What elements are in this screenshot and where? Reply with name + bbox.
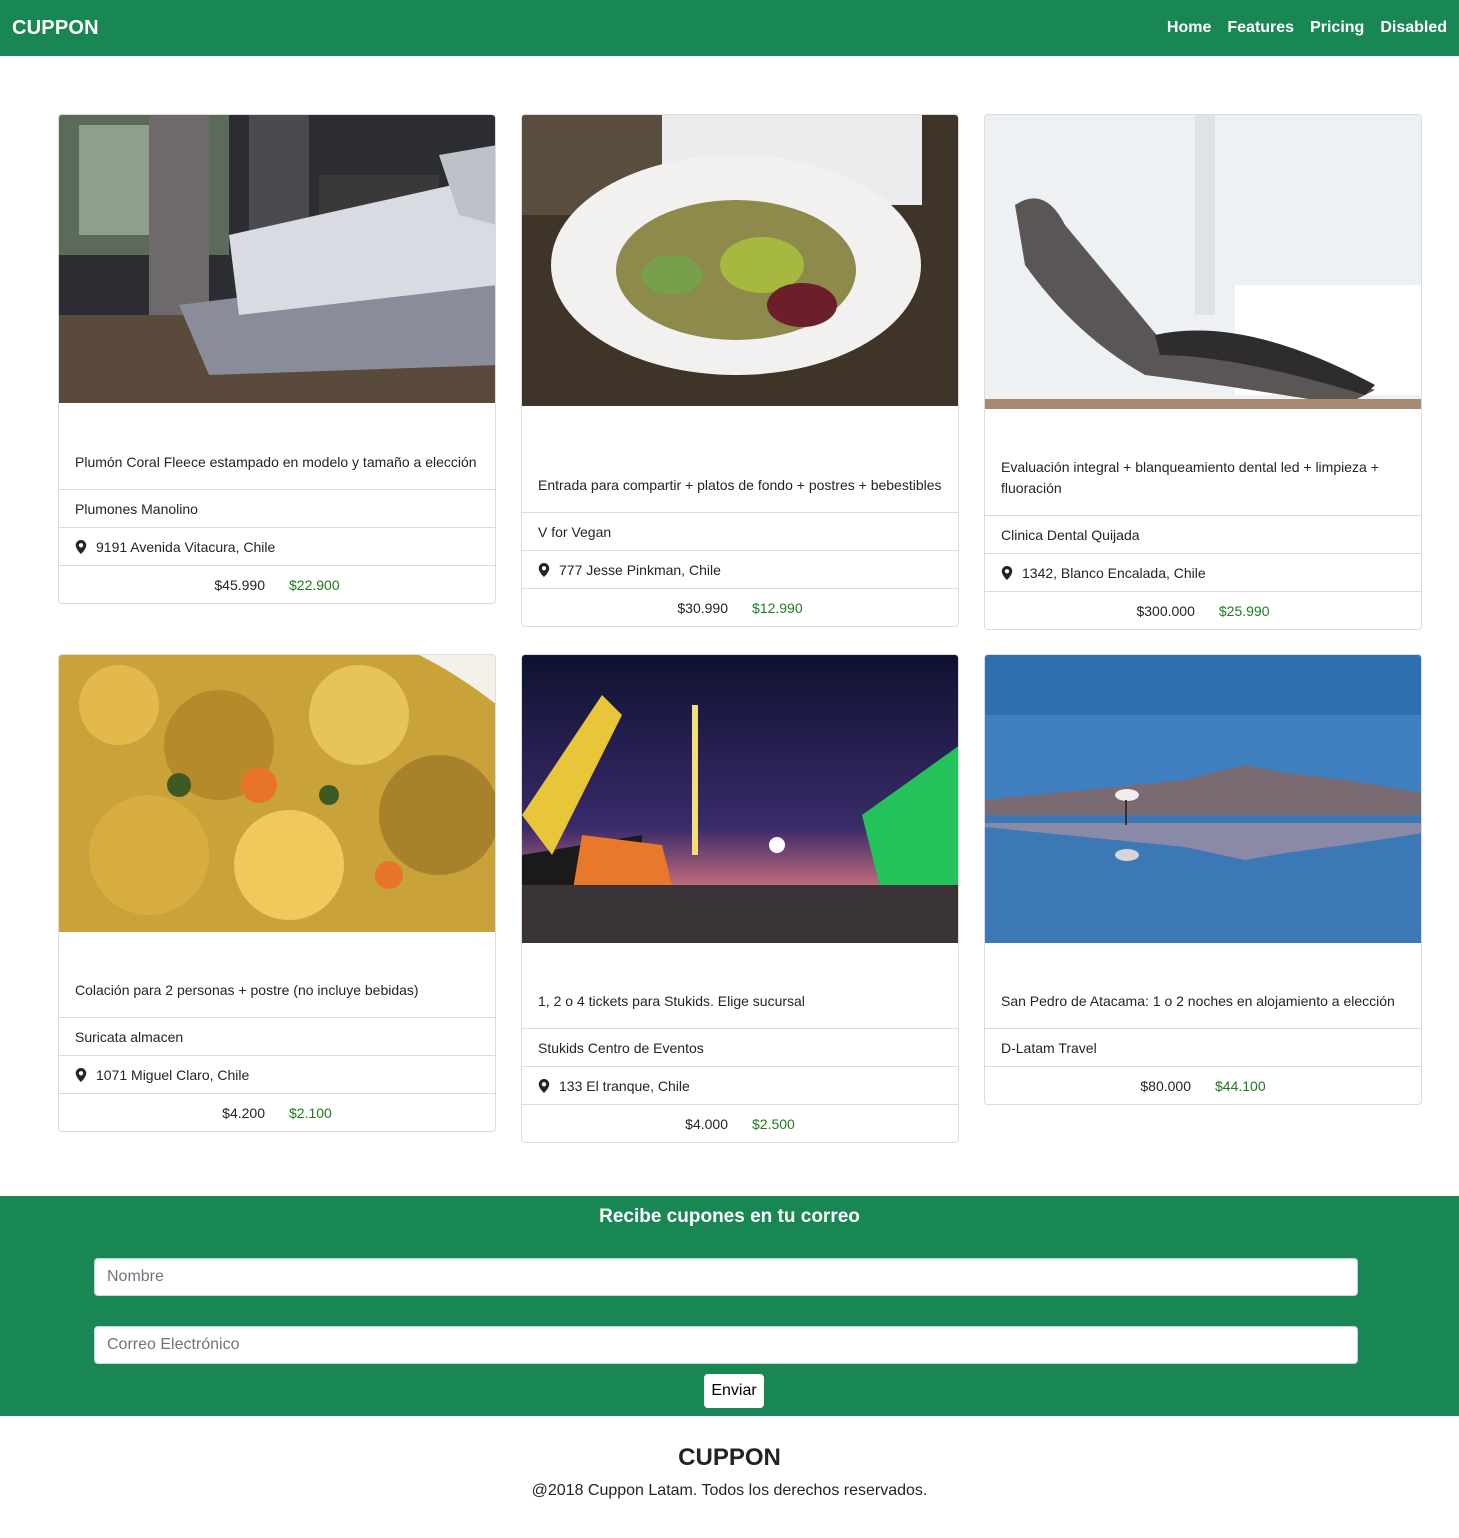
merchant-name: Stukids Centro de Eventos bbox=[538, 1039, 704, 1056]
merchant-row: Stukids Centro de Eventos bbox=[522, 1028, 958, 1066]
merchant-name: Plumones Manolino bbox=[75, 500, 198, 517]
nav-links: Home Features Pricing Disabled bbox=[1151, 19, 1447, 37]
merchant-row: D-Latam Travel bbox=[985, 1028, 1421, 1066]
merchant-row: V for Vegan bbox=[522, 512, 958, 550]
name-input[interactable] bbox=[94, 1258, 1358, 1296]
address: 133 El tranque, Chile bbox=[559, 1077, 690, 1094]
footer: CUPPON @2018 Cuppon Latam. Todos los der… bbox=[0, 1416, 1459, 1500]
discount-price: $12.990 bbox=[752, 599, 803, 616]
merchant-name: D-Latam Travel bbox=[1001, 1039, 1097, 1056]
merchant-name: V for Vegan bbox=[538, 523, 612, 540]
coupon-title: 1, 2 o 4 tickets para Stukids. Elige suc… bbox=[538, 993, 805, 1009]
coupon-grid: Plumón Coral Fleece estampado en modelo … bbox=[58, 114, 1422, 1143]
location-pin-icon bbox=[75, 539, 87, 554]
card-body: Evaluación integral + blanqueamiento den… bbox=[985, 409, 1421, 515]
address: 9191 Avenida Vitacura, Chile bbox=[96, 538, 276, 555]
card-body: Colación para 2 personas + postre (no in… bbox=[59, 932, 495, 1017]
submit-button[interactable]: Enviar bbox=[704, 1374, 764, 1408]
flamingo-lake-photo bbox=[985, 655, 1421, 943]
original-price: $80.000 bbox=[1140, 1077, 1191, 1094]
original-price: $45.990 bbox=[214, 576, 265, 593]
address-row: 9191 Avenida Vitacura, Chile bbox=[59, 527, 495, 565]
address-row: 1071 Miguel Claro, Chile bbox=[59, 1055, 495, 1093]
price-row: $45.990 $22.900 bbox=[59, 565, 495, 603]
coupon-title: Entrada para compartir + platos de fondo… bbox=[538, 477, 942, 493]
price-row: $4.000 $2.500 bbox=[522, 1104, 958, 1142]
card-body: San Pedro de Atacama: 1 o 2 noches en al… bbox=[985, 943, 1421, 1028]
address: 1071 Miguel Claro, Chile bbox=[96, 1066, 250, 1083]
discount-price: $2.100 bbox=[289, 1104, 332, 1121]
nav-home[interactable]: Home bbox=[1167, 19, 1211, 37]
coupon-card[interactable]: Entrada para compartir + platos de fondo… bbox=[521, 114, 959, 627]
dental-chair-photo bbox=[985, 115, 1421, 409]
original-price: $4.000 bbox=[685, 1115, 728, 1132]
fairground-night-photo bbox=[522, 655, 958, 943]
original-price: $4.200 bbox=[222, 1104, 265, 1121]
coupon-card[interactable]: 1, 2 o 4 tickets para Stukids. Elige suc… bbox=[521, 654, 959, 1143]
coupon-card[interactable]: Colación para 2 personas + postre (no in… bbox=[58, 654, 496, 1132]
email-input[interactable] bbox=[94, 1326, 1358, 1364]
original-price: $300.000 bbox=[1136, 602, 1195, 619]
merchant-row: Suricata almacen bbox=[59, 1017, 495, 1055]
coupon-title: Evaluación integral + blanqueamiento den… bbox=[1001, 459, 1379, 496]
merchant-name: Clinica Dental Quijada bbox=[1001, 526, 1140, 543]
price-row: $4.200 $2.100 bbox=[59, 1093, 495, 1131]
coupon-title: Plumón Coral Fleece estampado en modelo … bbox=[75, 454, 477, 470]
address-row: 1342, Blanco Encalada, Chile bbox=[985, 553, 1421, 591]
address-row: 133 El tranque, Chile bbox=[522, 1066, 958, 1104]
price-row: $300.000 $25.990 bbox=[985, 591, 1421, 629]
discount-price: $25.990 bbox=[1218, 602, 1270, 619]
location-pin-icon bbox=[1001, 565, 1013, 580]
original-price: $30.990 bbox=[677, 599, 728, 616]
discount-price: $2.500 bbox=[752, 1115, 795, 1132]
brand-logo[interactable]: CUPPON bbox=[12, 17, 99, 40]
price-row: $30.990 $12.990 bbox=[522, 588, 958, 626]
coupon-card[interactable]: Plumón Coral Fleece estampado en modelo … bbox=[58, 114, 496, 604]
address: 1342, Blanco Encalada, Chile bbox=[1022, 564, 1206, 581]
location-pin-icon bbox=[75, 1067, 87, 1082]
bedroom-photo bbox=[59, 115, 495, 403]
salad-plate-photo bbox=[522, 115, 958, 406]
card-body: Entrada para compartir + platos de fondo… bbox=[522, 406, 958, 512]
coupon-card[interactable]: San Pedro de Atacama: 1 o 2 noches en al… bbox=[984, 654, 1422, 1105]
coupon-card[interactable]: Evaluación integral + blanqueamiento den… bbox=[984, 114, 1422, 630]
navbar: CUPPON Home Features Pricing Disabled bbox=[0, 0, 1459, 56]
discount-price: $22.900 bbox=[289, 576, 340, 593]
merchant-row: Plumones Manolino bbox=[59, 489, 495, 527]
newsletter-section: Recibe cupones en tu correo Enviar bbox=[0, 1196, 1459, 1416]
merchant-row: Clinica Dental Quijada bbox=[985, 515, 1421, 553]
price-row: $80.000 $44.100 bbox=[985, 1066, 1421, 1104]
coupon-title: San Pedro de Atacama: 1 o 2 noches en al… bbox=[1001, 993, 1395, 1009]
card-body: 1, 2 o 4 tickets para Stukids. Elige suc… bbox=[522, 943, 958, 1028]
vegetable-dish-photo bbox=[59, 655, 495, 932]
nav-disabled[interactable]: Disabled bbox=[1380, 19, 1447, 37]
nav-pricing[interactable]: Pricing bbox=[1310, 19, 1364, 37]
address-row: 777 Jesse Pinkman, Chile bbox=[522, 550, 958, 588]
location-pin-icon bbox=[538, 562, 550, 577]
coupon-title: Colación para 2 personas + postre (no in… bbox=[75, 982, 419, 998]
card-body: Plumón Coral Fleece estampado en modelo … bbox=[59, 403, 495, 489]
merchant-name: Suricata almacen bbox=[75, 1028, 184, 1045]
location-pin-icon bbox=[538, 1078, 550, 1093]
nav-features[interactable]: Features bbox=[1227, 19, 1294, 37]
address: 777 Jesse Pinkman, Chile bbox=[559, 561, 721, 578]
footer-copyright: @2018 Cuppon Latam. Todos los derechos r… bbox=[531, 1482, 928, 1499]
discount-price: $44.100 bbox=[1215, 1077, 1266, 1094]
footer-brand: CUPPON bbox=[678, 1444, 781, 1471]
newsletter-title: Recibe cupones en tu correo bbox=[599, 1206, 860, 1227]
